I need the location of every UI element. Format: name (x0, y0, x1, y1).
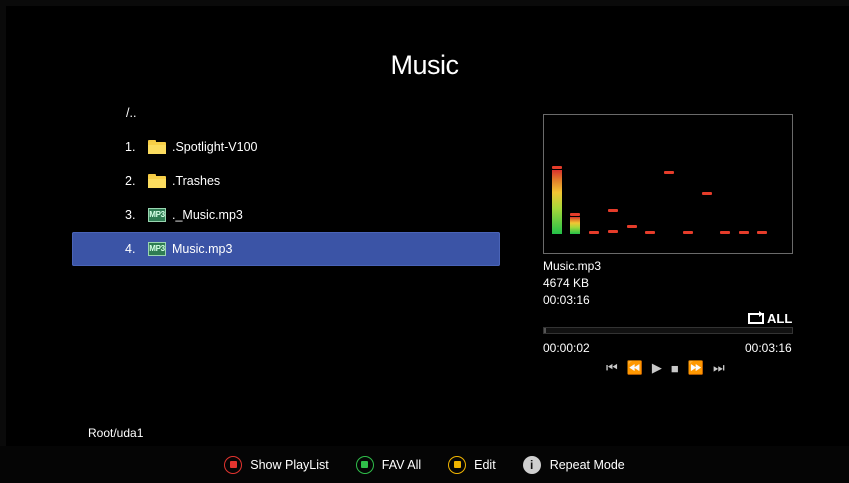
bottom-hint-bar: Show PlayList FAV All Edit i Repeat Mode (0, 446, 849, 483)
spectrum-peak (664, 171, 674, 174)
stop-icon[interactable]: ■ (671, 361, 679, 376)
current-time: 00:00:02 (543, 341, 590, 355)
spectrum-peak (683, 231, 693, 234)
spectrum-peak (757, 231, 767, 234)
edit-hint[interactable]: Edit (448, 455, 496, 474)
track-duration: 00:03:16 (543, 293, 590, 307)
list-item[interactable]: 3. MP3 ._Music.mp3 (72, 198, 500, 232)
item-index: 2. (125, 174, 136, 188)
spectrum-peak (645, 231, 655, 234)
track-file-name: Music.mp3 (543, 259, 602, 273)
list-item-selected[interactable]: 4. MP3 Music.mp3 (72, 232, 500, 266)
folder-icon (148, 174, 166, 188)
spectrum-visualizer (543, 114, 793, 254)
item-name: .Spotlight-V100 (172, 140, 258, 154)
parent-directory-label: /.. (126, 106, 137, 120)
rewind-icon[interactable]: ⏪ (627, 360, 643, 376)
green-button-icon (355, 455, 374, 474)
list-item[interactable]: 2. .Trashes (72, 164, 500, 198)
list-item[interactable]: 1. .Spotlight-V100 (72, 130, 500, 164)
spectrum-peak (702, 192, 712, 195)
spectrum-peak (739, 231, 749, 234)
spectrum-bar (552, 170, 562, 234)
file-list: /.. 1. .Spotlight-V100 2. .Trashes 3. MP… (72, 96, 500, 266)
mp3-icon: MP3 (148, 242, 166, 256)
repeat-mode-label: ALL (767, 311, 793, 326)
fav-all-label: FAV All (381, 457, 422, 472)
parent-directory-item[interactable]: /.. (72, 96, 500, 130)
repeat-mode-hint[interactable]: i Repeat Mode (522, 455, 625, 474)
progress-fill (544, 328, 547, 333)
playback-controls: ⏮ ⏪ ▶ ■ ⏩ ⏭ (606, 360, 734, 376)
fav-all-hint[interactable]: FAV All (355, 455, 422, 474)
folder-icon (148, 140, 166, 154)
spectrum-peak (608, 230, 618, 233)
previous-icon[interactable]: ⏮ (606, 360, 618, 376)
play-icon[interactable]: ▶ (652, 360, 662, 376)
spectrum-peak (627, 225, 637, 228)
spectrum-peak (570, 213, 580, 216)
spectrum-peak (720, 231, 730, 234)
repeat-mode-hint-label: Repeat Mode (549, 457, 625, 472)
next-icon[interactable]: ⏭ (713, 360, 725, 376)
item-index: 1. (125, 140, 136, 154)
total-time: 00:03:16 (745, 341, 792, 355)
item-name: ._Music.mp3 (172, 208, 243, 222)
show-playlist-label: Show PlayList (250, 457, 329, 472)
show-playlist-hint[interactable]: Show PlayList (224, 455, 329, 474)
edit-label: Edit (474, 457, 496, 472)
item-index: 4. (125, 242, 136, 256)
yellow-button-icon (448, 455, 467, 474)
red-button-icon (224, 455, 243, 474)
item-name: .Trashes (172, 174, 221, 188)
fast-forward-icon[interactable]: ⏩ (688, 360, 704, 376)
mp3-icon: MP3 (148, 208, 166, 222)
spectrum-bar (570, 217, 580, 234)
page-title: Music (390, 50, 459, 80)
spectrum-peak (608, 209, 618, 212)
track-file-size: 4674 KB (543, 276, 590, 290)
current-path: Root/uda1 (88, 426, 144, 440)
item-name: Music.mp3 (172, 242, 233, 256)
spectrum-peak (589, 231, 599, 234)
info-icon: i (522, 455, 541, 474)
repeat-icon (748, 311, 764, 324)
item-index: 3. (125, 208, 136, 222)
playback-progress-bar[interactable] (543, 327, 793, 334)
repeat-mode-indicator[interactable]: ALL (748, 311, 792, 326)
spectrum-peak (552, 166, 562, 169)
